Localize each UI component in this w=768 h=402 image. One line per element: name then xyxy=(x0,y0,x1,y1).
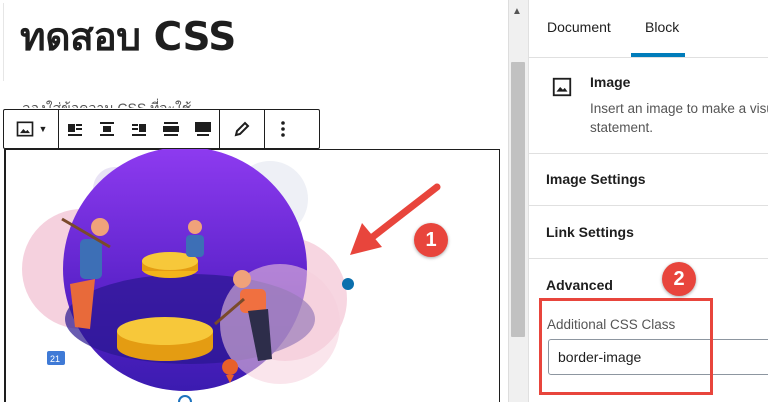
panel-title: Advanced xyxy=(546,277,613,293)
scrollbar-thumb[interactable] xyxy=(511,62,525,337)
edit-group xyxy=(220,110,265,148)
image-block-type-icon[interactable]: ▼ xyxy=(4,110,58,148)
callout-badge-1: 1 xyxy=(414,223,448,257)
callout-badge-2: 2 xyxy=(662,262,696,296)
panel-link-settings[interactable]: Link Settings xyxy=(529,206,768,259)
panel-title: Image Settings xyxy=(546,171,646,187)
editor-canvas: ทดสอบ CSS ลองใส่ข้อความ CSS ที่จะใช้ 21 … xyxy=(0,0,508,402)
image-icon xyxy=(552,77,572,97)
more-group xyxy=(265,110,301,148)
sidebar-tabs: Document Block xyxy=(529,0,768,58)
align-center-icon[interactable] xyxy=(91,110,123,148)
panel-title: Link Settings xyxy=(546,224,634,240)
block-switcher-group: ▼ xyxy=(4,110,59,148)
paragraph-block[interactable]: ลองใส่ข้อความ CSS ที่จะใช้ xyxy=(22,98,252,108)
block-toolbar: ▼ xyxy=(3,109,320,149)
full-width-icon[interactable] xyxy=(187,110,219,148)
wide-width-icon[interactable] xyxy=(155,110,187,148)
svg-text:21: 21 xyxy=(50,354,60,364)
panel-image-settings[interactable]: Image Settings xyxy=(529,153,768,206)
alignment-group xyxy=(59,110,220,148)
align-left-icon[interactable] xyxy=(59,110,91,148)
block-name: Image xyxy=(590,74,631,90)
image-illustration[interactable]: 21 xyxy=(0,149,508,402)
tab-document[interactable]: Document xyxy=(547,19,611,35)
title-block-border xyxy=(3,3,4,81)
chevron-down-icon: ▼ xyxy=(38,124,48,134)
highlight-box xyxy=(539,298,713,395)
edit-pencil-icon[interactable] xyxy=(220,110,264,148)
align-right-icon[interactable] xyxy=(123,110,155,148)
tab-block[interactable]: Block xyxy=(645,19,679,35)
more-options-icon[interactable] xyxy=(265,110,301,148)
settings-sidebar: Document Block Image Insert an image to … xyxy=(528,0,768,402)
block-description: Insert an image to make a visual stateme… xyxy=(590,101,768,135)
post-title[interactable]: ทดสอบ CSS xyxy=(20,6,236,68)
block-card: Image Insert an image to make a visual s… xyxy=(529,57,768,154)
scroll-up-arrow-icon[interactable]: ▲ xyxy=(512,6,522,17)
